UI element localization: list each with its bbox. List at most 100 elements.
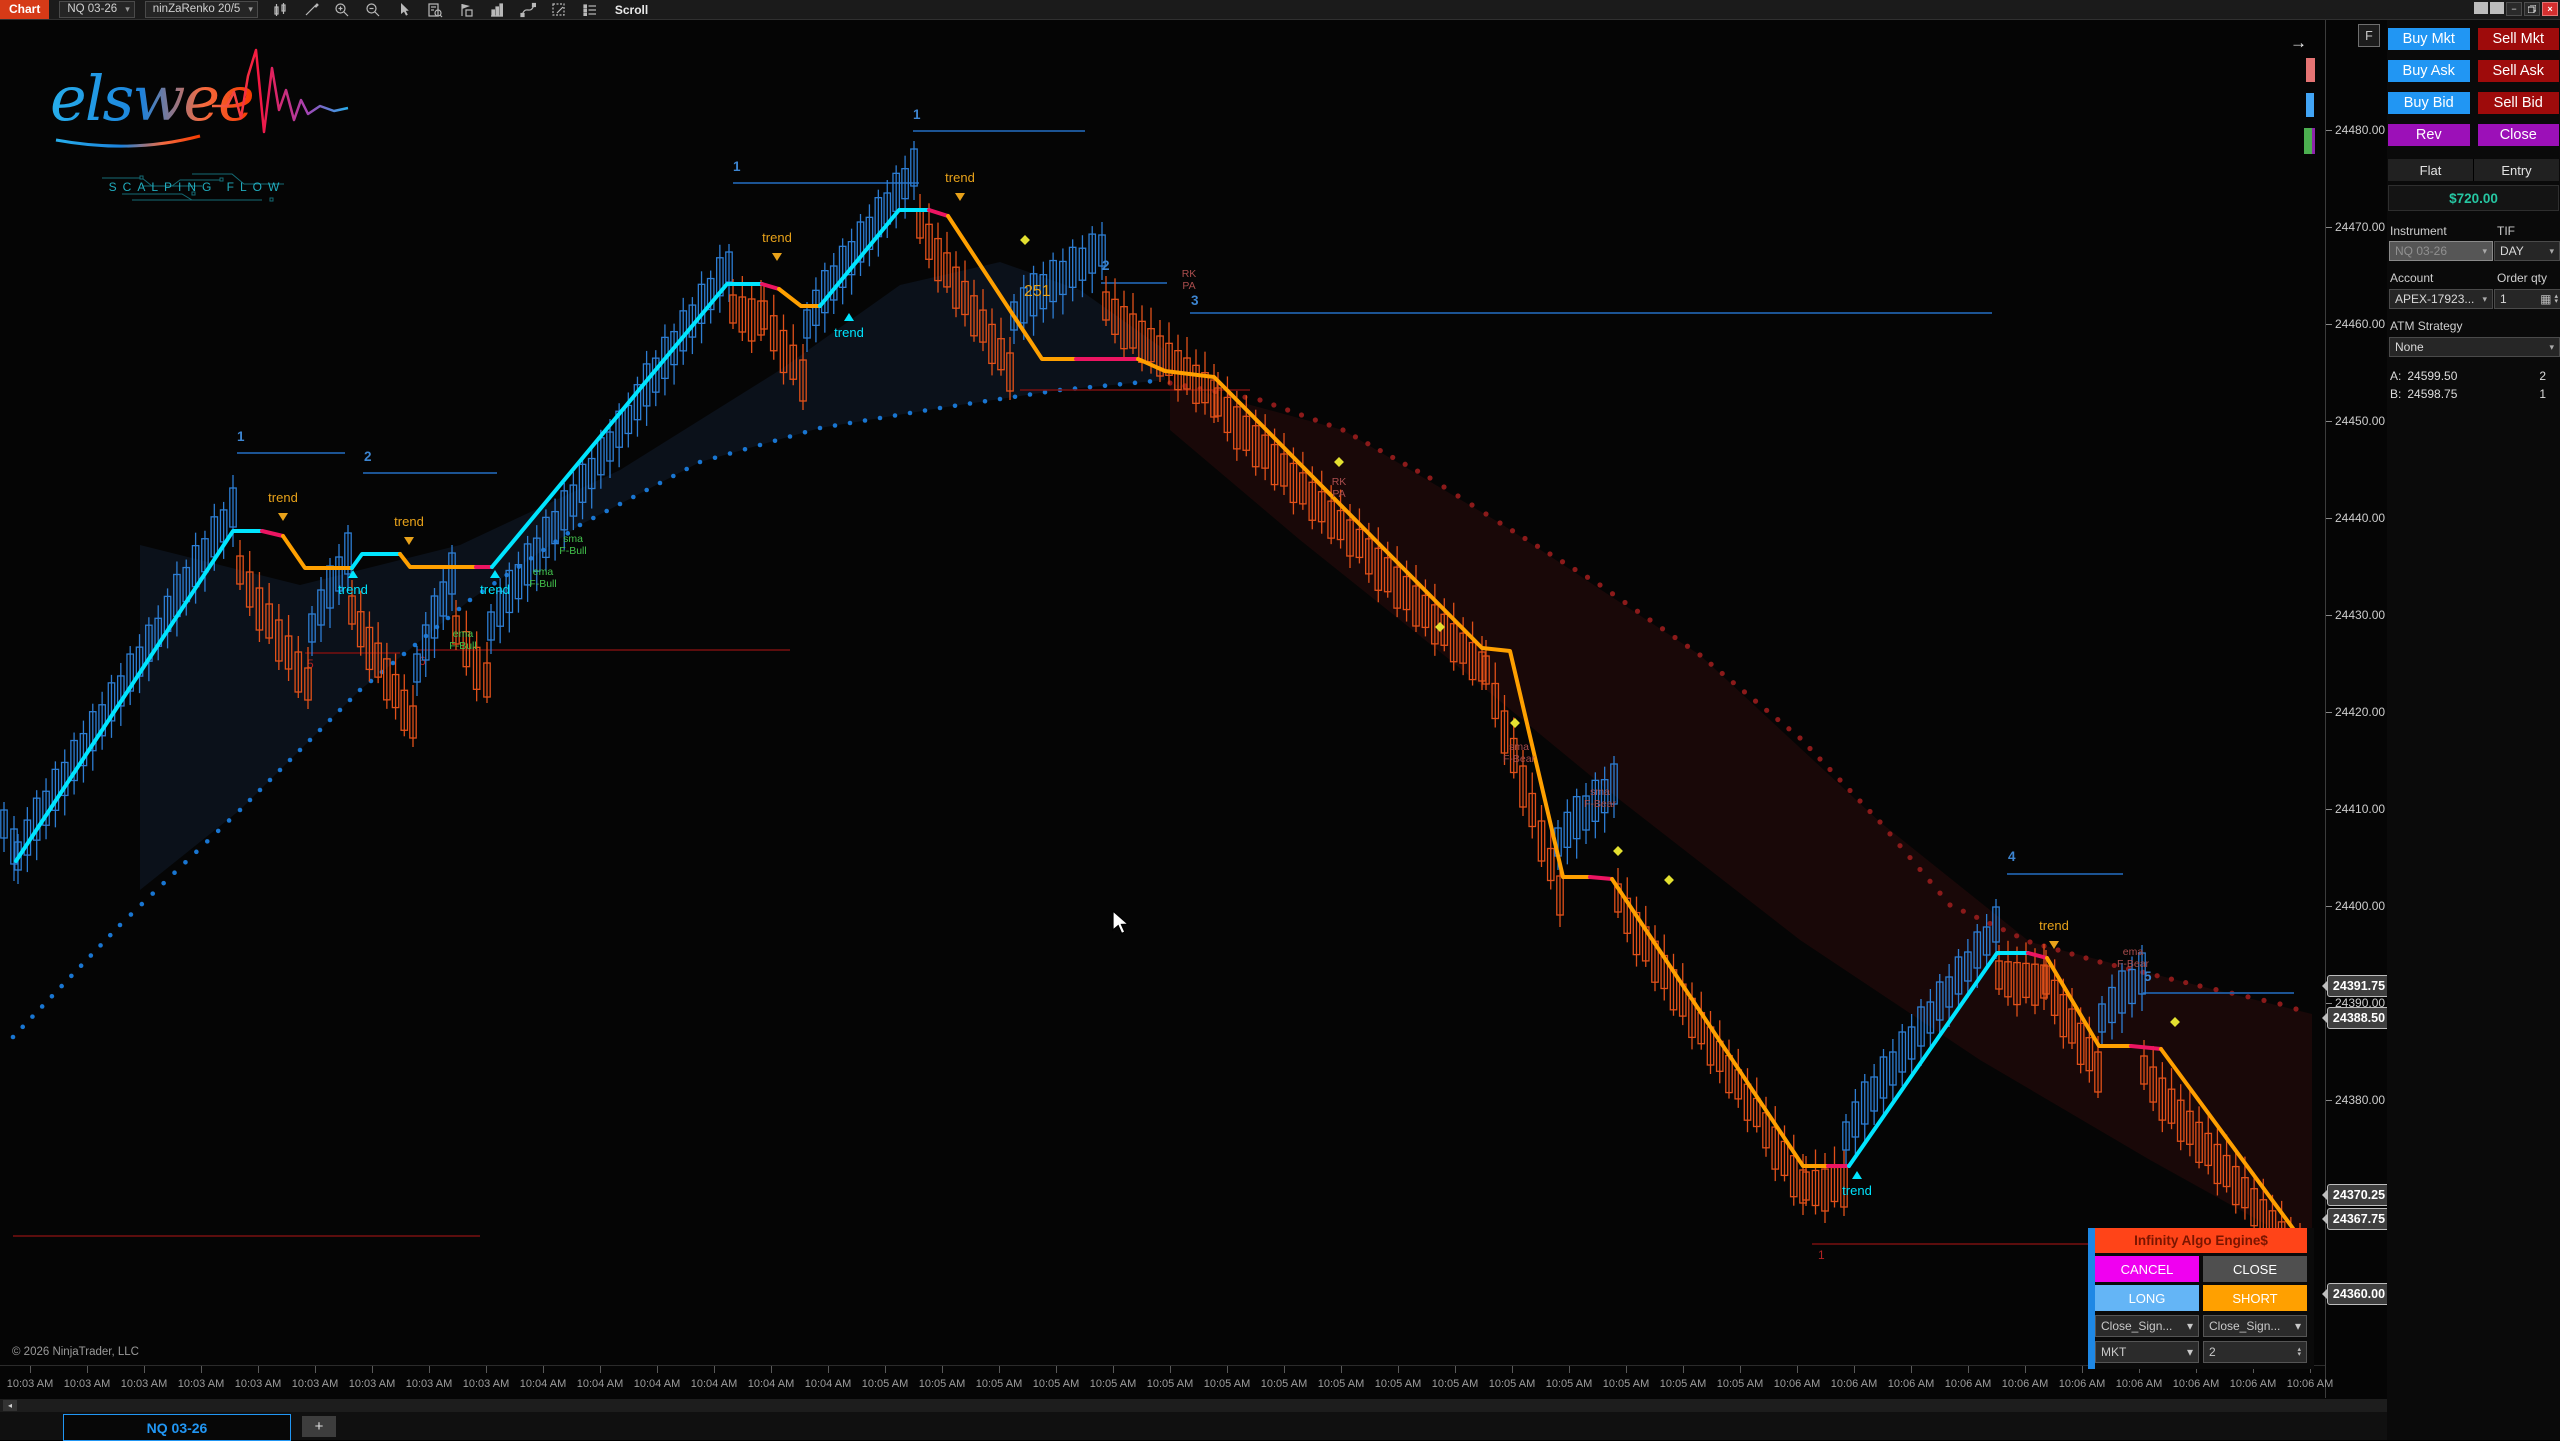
bid-quote-row: B: 24598.75 1 (2390, 387, 2550, 401)
flag-marker-icon[interactable] (458, 1, 475, 18)
supertrend-line-flip (1590, 877, 1612, 879)
qty-spinner[interactable]: ▴▾ (2554, 294, 2558, 304)
window-controls: − × (2474, 2, 2558, 16)
tab-bar: NQ 03-26 + (0, 1412, 2560, 1440)
price-axis[interactable]: 24480.0024470.0024460.0024450.0024440.00… (2326, 19, 2386, 1398)
algo-qty-stepper[interactable]: 2 ▴▾ (2203, 1341, 2307, 1363)
draw-pencil-icon[interactable] (303, 1, 320, 18)
add-tab-button[interactable]: + (302, 1416, 336, 1437)
logo-wordmark: elswee (50, 62, 253, 135)
arrow-up-icon (1852, 1171, 1862, 1179)
algo-panel-title[interactable]: Infinity Algo Engine$ (2095, 1228, 2307, 1253)
bull-cloud (140, 262, 1165, 890)
price-tick (2326, 615, 2332, 616)
tif-select[interactable]: DAY▾ (2494, 241, 2560, 261)
time-tick (1113, 1366, 1114, 1373)
sell-ask-button[interactable]: Sell Ask (2478, 60, 2560, 82)
time-tick-label: 10:05 AM (1261, 1378, 1307, 1390)
trend-signal-label: trend (338, 582, 368, 597)
price-tick (2326, 130, 2332, 131)
close-position-button[interactable]: Close (2478, 124, 2560, 146)
instrument-select[interactable]: NQ 03-26▾ (2389, 241, 2493, 261)
time-tick (600, 1366, 601, 1373)
time-tick-label: 10:05 AM (976, 1378, 1022, 1390)
flat-status: Flat (2388, 159, 2473, 181)
window-extra-button[interactable] (2474, 2, 2488, 14)
time-tick-label: 10:03 AM (406, 1378, 452, 1390)
bezier-tool-icon[interactable] (520, 1, 537, 18)
signal-diamond-icon (1664, 875, 1674, 885)
time-tick (2082, 1366, 2083, 1373)
logo-subtitle: SCALPING FLOW (109, 180, 286, 194)
restore-button[interactable] (2524, 2, 2540, 16)
bid-size: 1 (2539, 387, 2546, 401)
chevron-down-icon: ▾ (248, 2, 253, 17)
copyright-notice: © 2026 NinjaTrader, LLC (12, 1346, 139, 1358)
ma-bull-label: sma (563, 533, 583, 545)
algo-long-button[interactable]: LONG (2095, 1285, 2199, 1311)
data-box-icon[interactable] (427, 1, 444, 18)
series-dropdown[interactable]: ninZaRenko 20/5 ▾ (145, 1, 258, 18)
focus-button[interactable]: F (2358, 24, 2380, 47)
time-tick-label: 10:05 AM (1147, 1378, 1193, 1390)
restore-icon (2528, 5, 2536, 13)
depth-bar-red (2306, 58, 2315, 82)
buy-ask-button[interactable]: Buy Ask (2388, 60, 2470, 82)
horizontal-scrollbar[interactable]: ◂ (0, 1399, 2560, 1412)
panel-collapse-arrow[interactable]: → (2290, 33, 2307, 53)
bid-price: 24598.75 (2407, 387, 2457, 401)
signal-diamond-icon (1020, 235, 1030, 245)
close-window-button[interactable]: × (2542, 2, 2558, 16)
algo-cancel-button[interactable]: CANCEL (2095, 1256, 2199, 1282)
buy-market-button[interactable]: Buy Mkt (2388, 28, 2470, 50)
algo-short-button[interactable]: SHORT (2203, 1285, 2307, 1311)
cursor-icon[interactable] (396, 1, 413, 18)
bar-chart-icon[interactable] (489, 1, 506, 18)
time-tick-label: 10:06 AM (2059, 1378, 2105, 1390)
algo-order-type-select[interactable]: MKT▾ (2095, 1341, 2199, 1363)
scroll-left-button[interactable]: ◂ (3, 1400, 17, 1411)
price-tick (2326, 518, 2332, 519)
sell-market-button[interactable]: Sell Mkt (2478, 28, 2560, 50)
zoom-out-icon[interactable] (365, 1, 382, 18)
infinity-algo-panel: Infinity Algo Engine$ CANCEL CLOSE LONG … (2088, 1228, 2314, 1369)
ma-bull-label: ema (453, 628, 474, 640)
algo-close-signal-left-select[interactable]: Close_Sign...▾ (2095, 1315, 2199, 1337)
instrument-label: Instrument (2390, 224, 2447, 238)
chart-style-icon[interactable] (272, 1, 289, 18)
atm-strategy-select[interactable]: None▾ (2389, 337, 2560, 357)
time-tick-label: 10:05 AM (1546, 1378, 1592, 1390)
trend-signal-label: trend (480, 582, 510, 597)
region-edit-icon[interactable] (551, 1, 568, 18)
time-axis[interactable]: 10:03 AM10:03 AM10:03 AM10:03 AM10:03 AM… (0, 1365, 2325, 1399)
quantity-stepper[interactable]: 1 ▦ ▴▾ (2494, 289, 2560, 309)
arrow-down-icon (955, 193, 965, 201)
time-tick-label: 10:05 AM (1603, 1378, 1649, 1390)
algo-close-button[interactable]: CLOSE (2203, 1256, 2307, 1282)
time-tick (1341, 1366, 1342, 1373)
instrument-dropdown[interactable]: NQ 03-26 ▾ (59, 1, 134, 18)
swing-number-label: 1 (237, 429, 245, 444)
time-tick-label: 10:04 AM (805, 1378, 851, 1390)
time-tick (1911, 1366, 1912, 1373)
settings-list-icon[interactable] (582, 1, 599, 18)
reverse-button[interactable]: Rev (2388, 124, 2470, 146)
chart-menu-button[interactable]: Chart (0, 0, 49, 19)
buy-bid-button[interactable]: Buy Bid (2388, 92, 2470, 114)
algo-close-signal-right-select[interactable]: Close_Sign...▾ (2203, 1315, 2307, 1337)
swing-number-label: 3 (1191, 293, 1199, 308)
time-tick-label: 10:06 AM (2116, 1378, 2162, 1390)
order-entry-panel: Buy Mkt Sell Mkt Buy Ask Sell Ask Buy Bi… (2387, 19, 2560, 1440)
time-tick-label: 10:05 AM (1033, 1378, 1079, 1390)
zoom-in-icon[interactable] (334, 1, 351, 18)
window-extra-button[interactable] (2490, 2, 2504, 14)
time-tick (543, 1366, 544, 1373)
ma-bear-label: RK (1182, 268, 1197, 280)
sell-bid-button[interactable]: Sell Bid (2478, 92, 2560, 114)
tab-nq-03-26[interactable]: NQ 03-26 (63, 1414, 291, 1441)
account-select[interactable]: APEX-17923...▾ (2389, 289, 2493, 309)
minimize-button[interactable]: − (2506, 2, 2522, 16)
calculator-icon[interactable]: ▦ (2540, 292, 2551, 306)
pnl-display: $720.00 (2388, 185, 2559, 211)
supertrend-line-down (779, 289, 820, 306)
